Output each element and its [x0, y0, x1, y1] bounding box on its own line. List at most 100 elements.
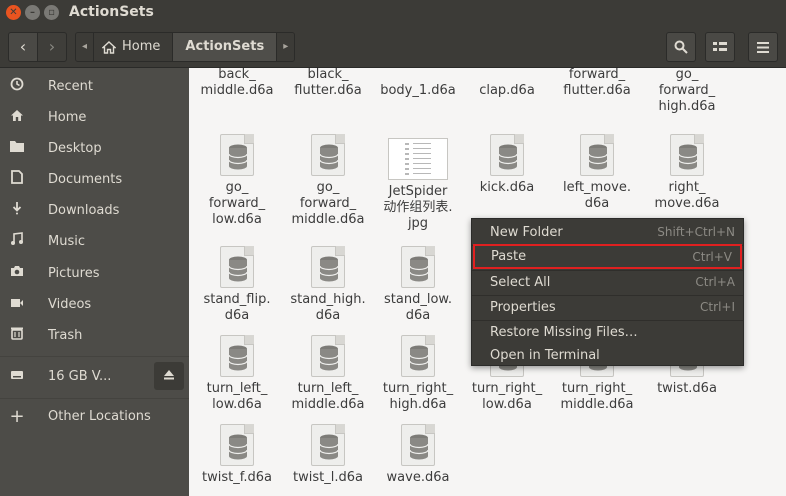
- sidebar-item-desktop[interactable]: Desktop: [0, 133, 189, 163]
- sidebar-item-label: Documents: [48, 171, 123, 187]
- menu-item-select-all[interactable]: Select All Ctrl+A: [472, 270, 743, 294]
- database-file-icon: [220, 424, 254, 466]
- file-name: JetSpider 动作组列表. jpg: [383, 184, 453, 231]
- clock-icon: [0, 77, 34, 95]
- sidebar-divider: [0, 356, 189, 357]
- menu-item-label: Restore Missing Files…: [490, 324, 638, 340]
- database-file-icon: [311, 246, 345, 288]
- camera-icon: [0, 265, 34, 281]
- file-item[interactable]: go_ forward_ middle.d6a: [282, 134, 374, 228]
- drive-icon: [0, 368, 34, 384]
- database-file-icon: [490, 134, 524, 176]
- file-item[interactable]: forward_ flutter.d6a: [551, 68, 643, 99]
- sidebar-item-trash[interactable]: Trash: [0, 320, 189, 350]
- file-name: turn_right_ low.d6a: [471, 381, 543, 412]
- file-item[interactable]: JetSpider 动作组列表. jpg: [372, 138, 464, 232]
- breadcrumb-right-arrow[interactable]: ▸: [277, 33, 295, 61]
- file-item[interactable]: turn_left_ low.d6a: [191, 335, 283, 413]
- file-item[interactable]: right_ move.d6a: [641, 134, 733, 212]
- back-button[interactable]: ‹: [8, 32, 38, 62]
- menu-item-open-in-terminal[interactable]: Open in Terminal: [472, 343, 743, 367]
- file-item[interactable]: body_1.d6a: [372, 79, 464, 99]
- sidebar-item-downloads[interactable]: Downloads: [0, 195, 189, 225]
- file-item[interactable]: kick.d6a: [461, 134, 553, 196]
- file-name: clap.d6a: [479, 83, 535, 98]
- file-item[interactable]: stand_flip. d6a: [191, 246, 283, 324]
- file-item[interactable]: back_ middle.d6a: [191, 68, 283, 99]
- document-icon: [0, 170, 34, 188]
- breadcrumb-home-label: Home: [122, 39, 161, 54]
- menu-button[interactable]: [748, 32, 778, 62]
- sidebar-item-music[interactable]: Music: [0, 226, 189, 256]
- file-item[interactable]: wave.d6a: [372, 424, 464, 486]
- sidebar-item-documents[interactable]: Documents: [0, 164, 189, 194]
- view-options-button[interactable]: [705, 32, 735, 62]
- title-bar: ✕ – ▫ ActionSets: [0, 0, 786, 26]
- file-item[interactable]: go_ forward_ low.d6a: [191, 134, 283, 228]
- breadcrumb-left-arrow[interactable]: ◂: [76, 33, 95, 61]
- sidebar-item-label: Videos: [48, 296, 92, 312]
- sidebar-item-other-locations[interactable]: + Other Locations: [0, 401, 189, 431]
- file-name: turn_left_ low.d6a: [206, 381, 268, 412]
- sidebar-item-recent[interactable]: Recent: [0, 71, 189, 101]
- file-item[interactable]: left_move. d6a: [551, 134, 643, 212]
- maximize-window-button[interactable]: ▫: [44, 5, 59, 20]
- file-item[interactable]: twist_l.d6a: [282, 424, 374, 486]
- window-title: ActionSets: [69, 4, 154, 20]
- eject-button[interactable]: [154, 362, 184, 390]
- plus-icon: +: [9, 405, 25, 427]
- file-name: go_ forward_ low.d6a: [208, 180, 266, 227]
- file-item[interactable]: stand_low. d6a: [372, 246, 464, 324]
- sidebar-item-home[interactable]: Home: [0, 102, 189, 132]
- database-file-icon: [401, 246, 435, 288]
- database-file-icon: [220, 246, 254, 288]
- forward-button[interactable]: ›: [37, 32, 67, 62]
- file-name: black_ flutter.d6a: [294, 68, 362, 98]
- file-name: turn_left_ middle.d6a: [291, 381, 365, 412]
- menu-item-label: Open in Terminal: [490, 347, 600, 363]
- search-button[interactable]: [666, 32, 696, 62]
- database-file-icon: [311, 335, 345, 377]
- file-item[interactable]: turn_right_ high.d6a: [372, 335, 464, 413]
- file-item[interactable]: go_ forward_ high.d6a: [641, 68, 733, 115]
- sidebar-item-pictures[interactable]: Pictures: [0, 258, 189, 288]
- list-view-icon: [713, 42, 727, 51]
- database-file-icon: [311, 424, 345, 466]
- file-name: twist_l.d6a: [293, 470, 363, 485]
- menu-item-shortcut: Ctrl+A: [695, 275, 735, 289]
- file-name: wave.d6a: [386, 470, 450, 485]
- sidebar-item-label: Music: [48, 233, 85, 249]
- sidebar-item-label: Trash: [48, 327, 83, 343]
- database-file-icon: [220, 335, 254, 377]
- menu-item-shortcut: Shift+Ctrl+N: [657, 225, 735, 239]
- eject-icon: [164, 370, 174, 380]
- minimize-window-button[interactable]: –: [25, 5, 40, 20]
- sidebar-item-videos[interactable]: Videos: [0, 289, 189, 319]
- sidebar-item-label: 16 GB V...: [48, 368, 112, 384]
- file-name: turn_right_ middle.d6a: [560, 381, 634, 412]
- header-bar: ‹ › ◂ Home ActionSets ▸: [0, 26, 786, 68]
- menu-item-restore-missing-files[interactable]: Restore Missing Files…: [472, 320, 743, 344]
- menu-item-label: Paste: [491, 249, 527, 264]
- breadcrumb-current[interactable]: ActionSets: [173, 33, 278, 61]
- file-name: body_1.d6a: [380, 83, 456, 98]
- menu-item-paste[interactable]: Paste Ctrl+V: [473, 244, 742, 269]
- breadcrumb-home[interactable]: Home: [94, 33, 174, 61]
- file-name: twist.d6a: [657, 381, 717, 396]
- file-name: go_ forward_ middle.d6a: [291, 180, 365, 227]
- file-item[interactable]: turn_left_ middle.d6a: [282, 335, 374, 413]
- close-window-button[interactable]: ✕: [6, 5, 21, 20]
- menu-item-shortcut: Ctrl+V: [692, 249, 732, 264]
- image-thumbnail: [388, 138, 448, 180]
- file-item[interactable]: clap.d6a: [461, 79, 553, 99]
- menu-item-new-folder[interactable]: New Folder Shift+Ctrl+N: [472, 220, 743, 244]
- file-name: go_ forward_ high.d6a: [658, 68, 716, 114]
- file-item[interactable]: black_ flutter.d6a: [282, 68, 374, 99]
- file-item[interactable]: twist_f.d6a: [191, 424, 283, 486]
- file-name: forward_ flutter.d6a: [563, 68, 631, 98]
- menu-item-properties[interactable]: Properties Ctrl+I: [472, 295, 743, 319]
- menu-item-label: Select All: [490, 274, 551, 290]
- file-name: stand_low. d6a: [384, 292, 452, 323]
- download-icon: [0, 201, 34, 219]
- file-item[interactable]: stand_high. d6a: [282, 246, 374, 324]
